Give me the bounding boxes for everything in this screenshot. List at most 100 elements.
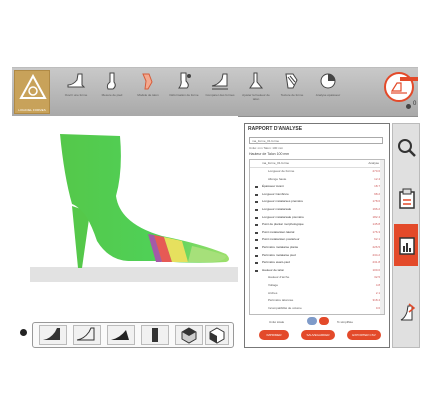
export-button[interactable]: EXPORTER CSV — [347, 330, 381, 340]
clipboard-tool-button[interactable] — [394, 178, 418, 218]
row-bullet-icon — [255, 216, 258, 219]
compare-label: Comparer des formes — [205, 93, 235, 97]
row-label: Voltage — [268, 283, 279, 287]
texture-button[interactable]: Texture de forme — [276, 70, 308, 114]
thickness-label: Analyse épaisseur — [315, 93, 341, 97]
save-button[interactable]: SAUVEGARDER — [301, 330, 335, 340]
measurement-row[interactable]: Longueur métatarsale première 182.4 — [250, 215, 384, 221]
heel-height-label: Ajuster la hauteur de talon — [242, 93, 270, 101]
row-label: Longueur métatarses première — [262, 199, 304, 204]
texture-label: Texture de forme — [280, 93, 304, 97]
heel-model-button[interactable]: Modèle de talon — [132, 70, 164, 114]
search-tool-button[interactable] — [394, 128, 418, 168]
row-bullet-icon — [255, 231, 258, 234]
measurement-row[interactable]: Point métatarsien postérieur 62.1 — [250, 237, 384, 243]
foot-export-icon — [400, 303, 416, 321]
view-top-button[interactable] — [205, 325, 229, 345]
measurement-row[interactable]: Point de plantar morphologique 145.8 — [250, 222, 384, 228]
panel-subtitle: Unité: mm Talon: 100 mm — [249, 146, 284, 150]
measurement-row[interactable]: Périmètre métatarse plante 226.5 — [250, 245, 384, 251]
top-view-icon — [209, 327, 225, 344]
row-value: 145.8 — [372, 222, 380, 227]
view-outline-button[interactable] — [73, 325, 101, 345]
row-label: Longueur Cambrure — [262, 191, 289, 196]
report-chart-icon — [399, 237, 415, 255]
compare-button[interactable]: Comparer des formes — [204, 70, 236, 114]
panel-note: Hauteur de Talon 100 mm — [249, 152, 290, 156]
measurement-row[interactable]: Épaisseur Avant 18.7 — [250, 184, 384, 190]
row-label: Périmètre métatarse pied — [262, 252, 296, 257]
measurement-row[interactable]: Incompatibilité de volume 0.6 — [250, 306, 384, 312]
compare-icon — [211, 73, 228, 90]
row-bullet-icon — [255, 254, 258, 257]
measurement-row[interactable]: Voltage 4.8 — [250, 283, 384, 289]
choice-left-label: Unité totale — [269, 320, 285, 324]
measurement-row[interactable]: Longueur métatarses première 178.6 — [250, 199, 384, 205]
toggle-left[interactable] — [307, 317, 317, 325]
view-cube-button[interactable] — [175, 325, 203, 345]
row-label: Longueur métatarsale première — [262, 214, 304, 219]
view-side-button[interactable] — [39, 325, 67, 345]
view-toolbar — [20, 322, 236, 352]
row-bullet-icon — [255, 239, 258, 242]
open-form-label: Ouvrir une forme — [64, 93, 88, 97]
measurement-row[interactable]: Allonge haute 12.4 — [250, 177, 384, 183]
home-accent-bar — [400, 77, 418, 81]
side-toolbar — [392, 123, 420, 348]
texture-icon — [285, 73, 298, 89]
row-value: 234.2 — [372, 252, 380, 257]
view-solid-button[interactable] — [107, 325, 135, 345]
export-tool-button[interactable] — [394, 292, 418, 332]
heel-height-button[interactable]: Ajuster la hauteur de talon — [240, 70, 272, 114]
main-toolbar: LOGICIEL FORMES Ouvrir une forme Mesure … — [12, 67, 418, 117]
measurement-row[interactable]: Hauteur d'arche 32.5 — [250, 275, 384, 281]
side-view-icon — [43, 328, 60, 340]
measurement-row[interactable]: Hauteur de talon 100.0 — [250, 268, 384, 274]
row-label: Longueur métatarsale — [262, 207, 292, 211]
foot-measure-button[interactable]: Mesure de pied — [96, 70, 128, 114]
measurement-row[interactable]: Longueur Cambrure 98.2 — [250, 192, 384, 198]
solid-view-icon — [111, 330, 129, 340]
measurement-row[interactable]: Périmètre talonnée 318.4 — [250, 298, 384, 304]
list-scrollbar[interactable] — [380, 160, 384, 314]
toggle-right[interactable] — [319, 317, 329, 325]
foot-measure-label: Mesure de pied — [101, 93, 123, 97]
view-button-frame — [32, 322, 234, 348]
clipboard-icon — [399, 188, 415, 209]
status-dot — [406, 104, 411, 109]
measurement-list[interactable]: ma_forme_01.forme Analyse Longueur de Fo… — [249, 159, 385, 315]
view-front-button[interactable] — [141, 325, 169, 345]
logo-text: LOGICIEL FORMES — [18, 108, 46, 112]
form-select[interactable]: ma_forme_01.forme — [249, 137, 383, 144]
measurement-row[interactable]: Périmètre avant-pied 231.8 — [250, 260, 384, 266]
thickness-button[interactable]: Analyse épaisseur — [312, 70, 344, 114]
print-button[interactable]: IMPRIMER — [259, 330, 289, 340]
row-label: Point métatarsien latéral — [262, 229, 295, 234]
cube-icon — [181, 327, 197, 344]
measurement-row[interactable]: Périmètre métatarse pied 234.2 — [250, 253, 384, 259]
measurement-row[interactable]: Longueur de Forme 270.6 — [250, 169, 384, 175]
measurement-row[interactable]: Arches 2.1 — [250, 291, 384, 297]
open-form-button[interactable]: Ouvrir une forme — [60, 70, 92, 114]
status-small-text: 0 — [413, 101, 417, 107]
shoe-3d-viewer[interactable] — [12, 116, 238, 354]
ground-plane — [30, 267, 238, 282]
measurement-row[interactable]: Longueur métatarsale 196.2 — [250, 207, 384, 213]
view-indicator-dot — [20, 329, 27, 336]
measurement-row[interactable]: Point métatarsien latéral 176.3 — [250, 230, 384, 236]
front-view-icon — [152, 328, 158, 342]
report-tool-button[interactable] — [394, 224, 418, 266]
row-label: Périmètre avant-pied — [262, 260, 290, 265]
row-value: 178.6 — [372, 199, 380, 204]
row-bullet-icon — [255, 224, 258, 227]
heel-model-label: Modèle de talon — [137, 93, 159, 97]
row-label: Point de plantar morphologique — [262, 222, 304, 227]
row-value: 182.4 — [372, 214, 380, 219]
row-label: Épaisseur Avant — [262, 184, 284, 189]
foot-icon — [106, 72, 116, 90]
deform-button[interactable]: Déformation de forme — [168, 70, 200, 114]
row-bullet-icon — [255, 209, 258, 211]
toolbar-right: 0 — [382, 68, 418, 116]
list-header: ma_forme_01.forme Analyse — [250, 160, 384, 168]
row-bullet-icon — [255, 186, 258, 189]
